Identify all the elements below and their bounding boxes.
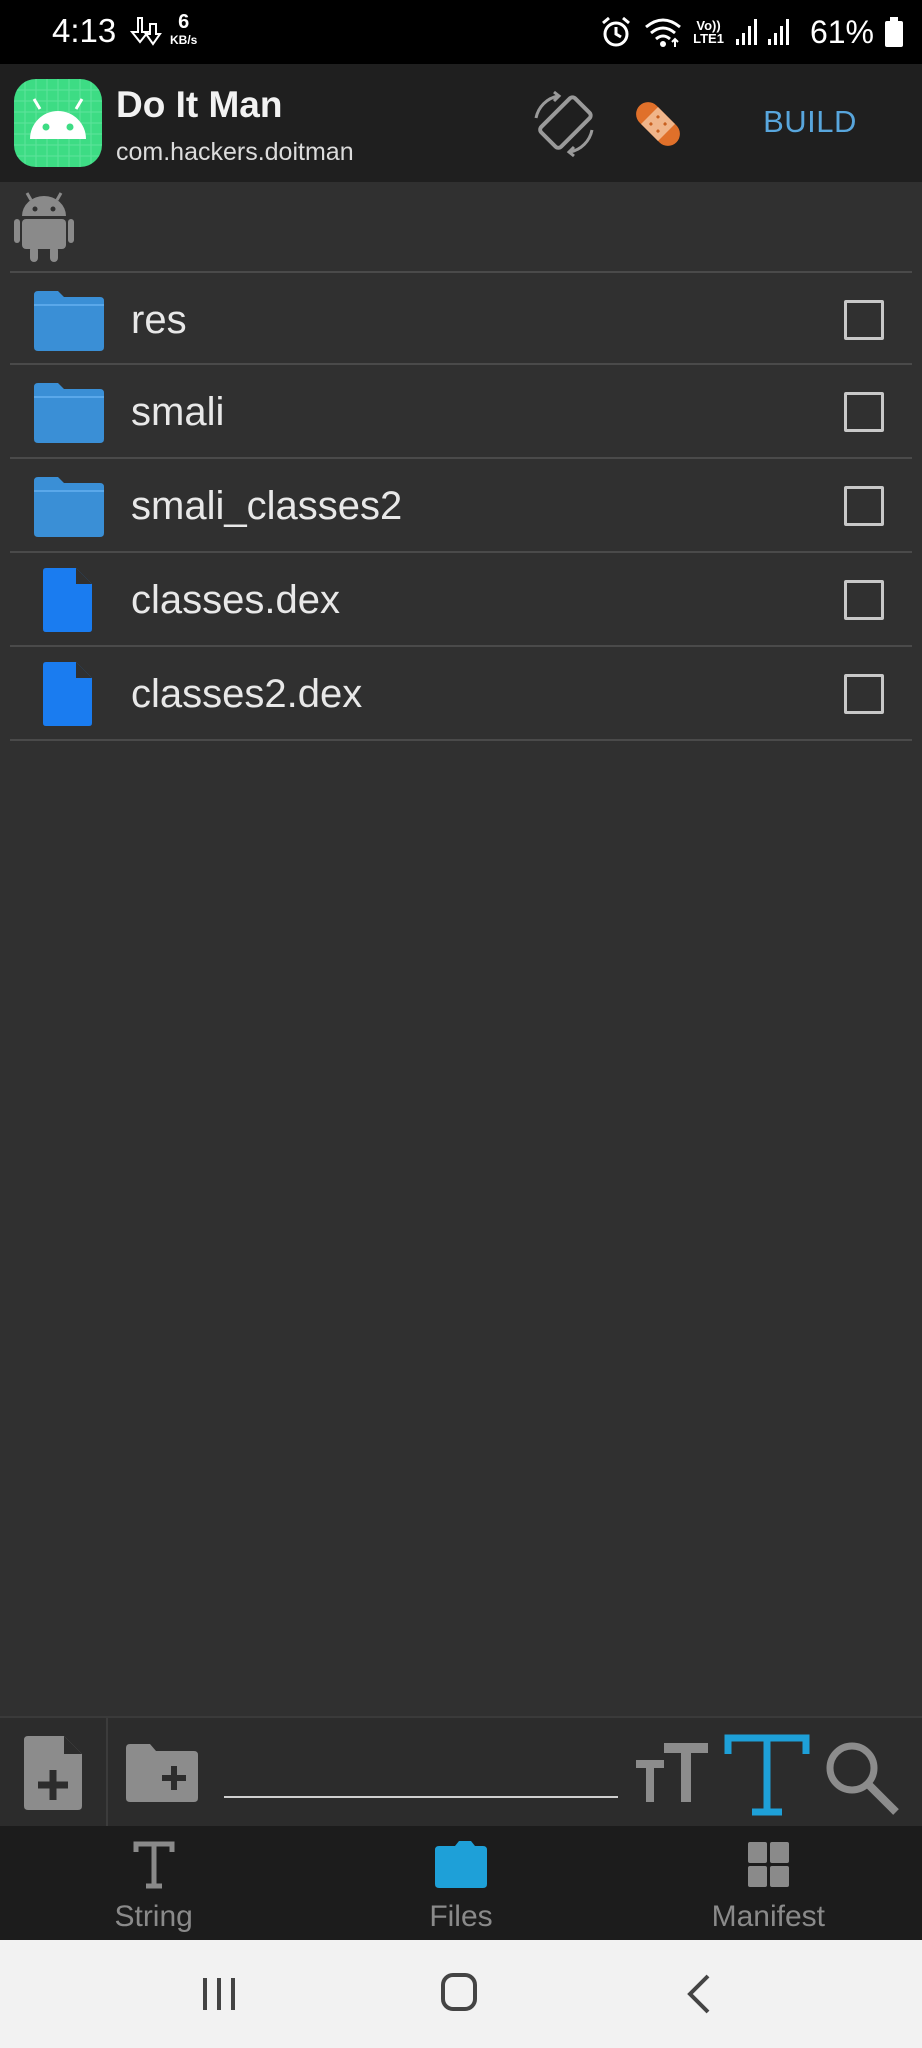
rotate-screen-icon[interactable]: [528, 88, 600, 160]
select-checkbox[interactable]: [844, 300, 884, 340]
download-icon: [129, 17, 162, 46]
file-icon: [43, 662, 92, 726]
list-item-smali[interactable]: smali: [10, 365, 912, 459]
android-app-icon[interactable]: [14, 79, 102, 167]
folder-icon: [34, 477, 104, 537]
network-speed-unit: KB/s: [170, 33, 198, 47]
wifi-icon: [645, 18, 682, 47]
tab-label: Files: [429, 1900, 493, 1933]
back-icon[interactable]: [684, 1972, 714, 2016]
tab-label: Manifest: [711, 1900, 826, 1933]
manifest-icon: [748, 1842, 790, 1887]
system-nav-bar: [0, 1940, 922, 2048]
file-list: res smali smali_classes2 classes.dex cla…: [10, 271, 912, 741]
app-title: Do It Man: [116, 84, 283, 125]
lte-indicator: Vo)) LTE1: [693, 19, 724, 45]
battery-percent: 61%: [809, 13, 874, 50]
network-speed: 6 KB/s: [170, 12, 197, 46]
recent-apps-icon[interactable]: [200, 1974, 238, 2014]
string-icon: [133, 1841, 175, 1889]
status-bar: 4:13 6 KB/s Vo)) LTE1 61%: [0, 0, 922, 64]
list-item-smali-classes2[interactable]: smali_classes2: [10, 459, 912, 553]
toolbar-divider: [106, 1718, 108, 1826]
bottom-nav: String Files Manifest: [0, 1826, 922, 1940]
text-size-icon[interactable]: [634, 1742, 710, 1806]
list-item-classes-dex[interactable]: classes.dex: [10, 553, 912, 647]
path-bar: [0, 182, 922, 272]
select-checkbox[interactable]: [844, 674, 884, 714]
status-time: 4:13: [52, 12, 117, 49]
tab-files[interactable]: Files: [307, 1826, 614, 1940]
select-checkbox[interactable]: [844, 486, 884, 526]
folder-icon: [34, 383, 104, 443]
file-name: smali: [131, 390, 225, 434]
new-folder-icon[interactable]: [124, 1742, 200, 1804]
android-icon[interactable]: [14, 190, 74, 264]
filter-input[interactable]: [224, 1756, 618, 1798]
file-name: smali_classes2: [131, 484, 403, 528]
build-button[interactable]: BUILD: [748, 104, 872, 140]
font-icon[interactable]: [722, 1732, 812, 1818]
network-speed-value: 6: [178, 11, 190, 33]
file-toolbar: [0, 1716, 922, 1826]
app-bar: Do It Man com.hackers.doitman BUILD: [0, 64, 922, 182]
new-file-icon[interactable]: [22, 1734, 86, 1812]
tab-label: String: [114, 1900, 193, 1933]
folder-icon: [34, 291, 104, 351]
signal-icon: [735, 19, 789, 45]
status-icons: Vo)) LTE1 61%: [599, 8, 904, 56]
list-item-classes2-dex[interactable]: classes2.dex: [10, 647, 912, 741]
select-checkbox[interactable]: [844, 580, 884, 620]
tab-manifest[interactable]: Manifest: [615, 1826, 922, 1940]
folder-icon: [434, 1841, 487, 1888]
home-icon[interactable]: [440, 1970, 478, 2014]
alarm-icon: [602, 16, 631, 47]
search-icon[interactable]: [822, 1738, 900, 1816]
file-name: res: [131, 298, 187, 342]
lte-label: LTE1: [693, 31, 724, 46]
select-checkbox[interactable]: [844, 392, 884, 432]
file-name: classes2.dex: [131, 672, 363, 716]
patch-icon[interactable]: [622, 88, 694, 160]
file-icon: [43, 568, 92, 632]
battery-icon: [885, 17, 903, 47]
tab-string[interactable]: String: [0, 1826, 307, 1940]
file-name: classes.dex: [131, 578, 340, 622]
list-item-res[interactable]: res: [10, 271, 912, 365]
app-package-name: com.hackers.doitman: [116, 138, 354, 166]
